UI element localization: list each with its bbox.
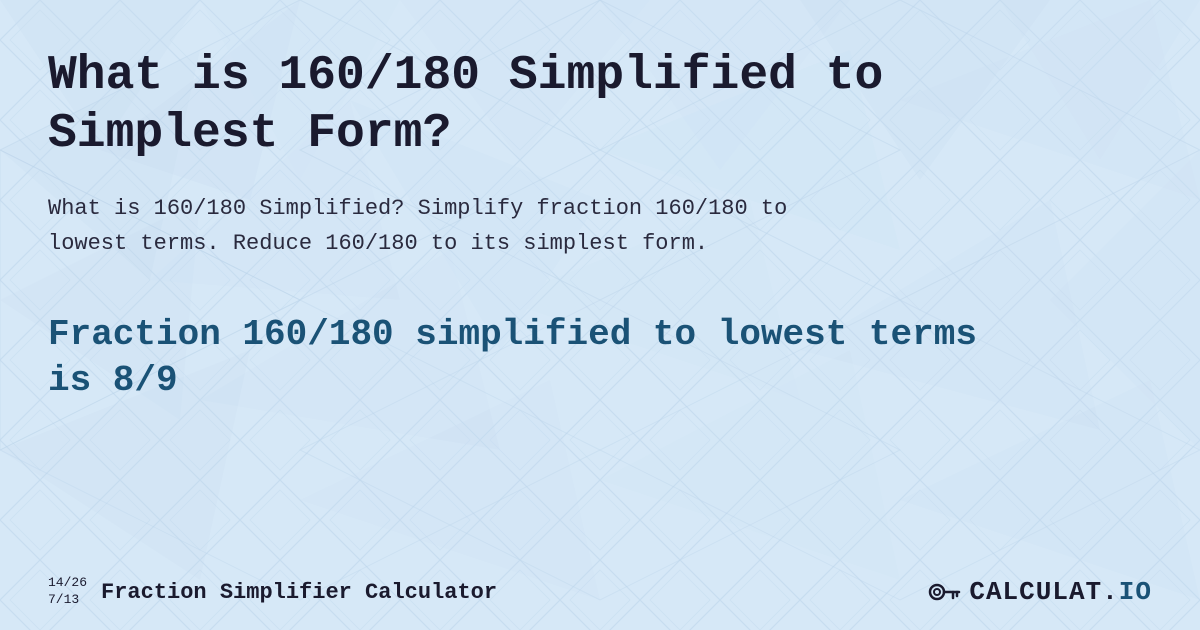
- result-section: Fraction 160/180 simplified to lowest te…: [48, 312, 1152, 406]
- main-content: What is 160/180 Simplified to Simplest F…: [0, 0, 1200, 630]
- page-title: What is 160/180 Simplified to Simplest F…: [48, 48, 948, 163]
- page-description: What is 160/180 Simplified? Simplify fra…: [48, 191, 868, 261]
- result-text: Fraction 160/180 simplified to lowest te…: [48, 312, 1028, 406]
